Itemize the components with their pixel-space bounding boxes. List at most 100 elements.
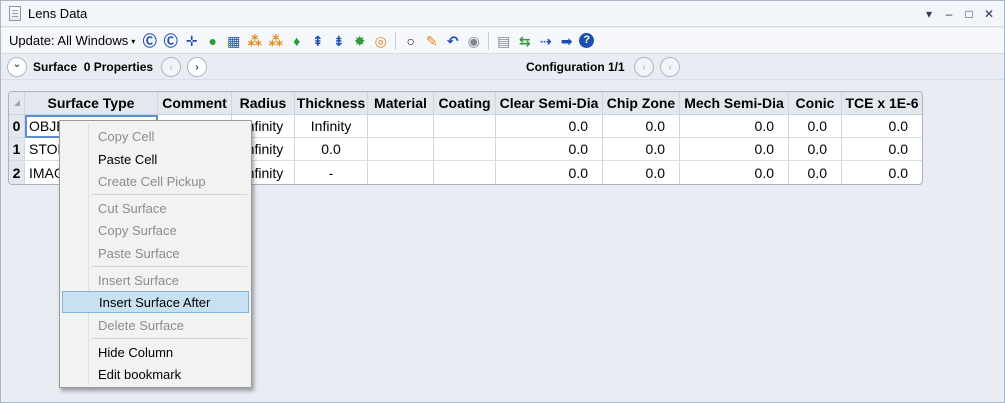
cell-mech-semi-dia[interactable]: 0.0	[680, 161, 789, 184]
cell-thickness[interactable]: -	[295, 161, 368, 184]
toolbar-separator	[395, 31, 397, 50]
minimize-icon[interactable]: –	[942, 7, 956, 21]
ring-icon[interactable]: ○	[402, 32, 419, 49]
expand-surface-properties-button[interactable]: ⌄	[7, 57, 27, 77]
toolbar: Update: All Windows ▾ Ⓒ Ⓒ ✛ ● ▦ ⁂ ⁂ ♦ ⇞ ⇟ ✸ ◎ ○ ✎ ↶ ◉ ▤ ⇆ ⇢…	[1, 28, 1004, 54]
column-header-clear-semi-dia[interactable]: Clear Semi-Dia	[496, 92, 603, 114]
toolbar-icons: Ⓒ Ⓒ ✛ ● ▦ ⁂ ⁂ ♦ ⇞ ⇟ ✸ ◎ ○ ✎ ↶ ◉ ▤ ⇆ ⇢ ➡?	[141, 31, 595, 50]
menu-item-create-cell-pickup[interactable]: Create Cell Pickup	[62, 170, 249, 192]
next-surface-button[interactable]: ›	[187, 57, 207, 77]
refresh-all-icon[interactable]: Ⓒ	[162, 32, 179, 49]
row-index[interactable]: 1	[9, 138, 25, 161]
menu-item-paste-surface[interactable]: Paste Surface	[62, 242, 249, 264]
window-title: Lens Data	[28, 6, 88, 21]
axis-icon[interactable]: ⇞	[309, 32, 326, 49]
column-header-coating[interactable]: Coating	[434, 92, 496, 114]
cell-chip-zone[interactable]: 0.0	[603, 138, 680, 161]
prev-surface-button[interactable]: ‹	[161, 57, 181, 77]
fish-icon[interactable]: ✸	[351, 32, 368, 49]
row-index[interactable]: 0	[9, 115, 25, 138]
document-icon	[9, 6, 21, 21]
cell-material[interactable]	[368, 138, 434, 161]
column-header-surface-type[interactable]: Surface Type	[25, 92, 158, 114]
ray-fan-2-icon[interactable]: ⁂	[267, 32, 284, 49]
window-menu-icon[interactable]: ▾	[922, 7, 936, 21]
chevron-right-icon: ›	[195, 61, 199, 73]
cell-mech-semi-dia[interactable]: 0.0	[680, 138, 789, 161]
context-menu: Copy Cell Paste Cell Create Cell Pickup Cut…	[59, 120, 252, 388]
cell-thickness[interactable]: Infinity	[295, 115, 368, 138]
column-header-thickness[interactable]: Thickness	[295, 92, 368, 114]
target-icon[interactable]: ◎	[372, 32, 389, 49]
column-header-conic[interactable]: Conic	[789, 92, 842, 114]
column-header-radius[interactable]: Radius	[232, 92, 295, 114]
sheet-icon[interactable]: ▤	[495, 32, 512, 49]
cell-tce[interactable]: 0.0	[842, 138, 922, 161]
row-index[interactable]: 2	[9, 161, 25, 184]
cell-coating[interactable]	[434, 115, 496, 138]
lens-icon[interactable]: ♦	[288, 32, 305, 49]
column-header-comment[interactable]: Comment	[158, 92, 232, 114]
cross-axis-icon[interactable]: ⇟	[330, 32, 347, 49]
layout-icon[interactable]: ▦	[225, 32, 242, 49]
lens-data-window: Lens Data ▾ – □ ✕ Update: All Windows ▾ Ⓒ…	[0, 0, 1005, 403]
cell-clear-semi-dia[interactable]: 0.0	[496, 161, 603, 184]
menu-separator	[92, 266, 247, 267]
column-header-chip-zone[interactable]: Chip Zone	[603, 92, 680, 114]
crosshair-icon[interactable]: ✛	[183, 32, 200, 49]
globe-icon[interactable]: ●	[204, 32, 221, 49]
cell-tce[interactable]: 0.0	[842, 115, 922, 138]
maximize-icon[interactable]: □	[962, 7, 976, 21]
help-icon[interactable]: ?	[579, 33, 595, 48]
column-header-mech-semi-dia[interactable]: Mech Semi-Dia	[680, 92, 789, 114]
cell-conic[interactable]: 0.0	[789, 115, 842, 138]
window-controls: ▾ – □ ✕	[922, 7, 996, 21]
menu-item-cut-surface[interactable]: Cut Surface	[62, 197, 249, 219]
cell-chip-zone[interactable]: 0.0	[603, 161, 680, 184]
menu-item-copy-surface[interactable]: Copy Surface	[62, 219, 249, 241]
update-dropdown[interactable]: Update: All Windows ▾	[9, 33, 135, 48]
select-all-corner[interactable]	[9, 92, 25, 114]
toolbar-separator	[488, 31, 490, 50]
cell-coating[interactable]	[434, 161, 496, 184]
swap-icon[interactable]: ⇆	[516, 32, 533, 49]
pen-icon[interactable]: ✎	[423, 32, 440, 49]
cell-tce[interactable]: 0.0	[842, 161, 922, 184]
forward-icon[interactable]: ➡	[558, 32, 575, 49]
cell-material[interactable]	[368, 161, 434, 184]
column-header-material[interactable]: Material	[368, 92, 434, 114]
surface-properties-label[interactable]: Surface 0 Properties	[33, 60, 153, 74]
menu-item-paste-cell[interactable]: Paste Cell	[62, 148, 249, 170]
ray-fan-icon[interactable]: ⁂	[246, 32, 263, 49]
refresh-c-icon[interactable]: Ⓒ	[141, 32, 158, 49]
cell-conic[interactable]: 0.0	[789, 161, 842, 184]
menu-item-delete-surface[interactable]: Delete Surface	[62, 314, 249, 336]
chain-icon[interactable]: ⇢	[537, 32, 554, 49]
cell-chip-zone[interactable]: 0.0	[603, 115, 680, 138]
arrow-back-icon[interactable]: ↶	[444, 32, 461, 49]
update-label: Update: All Windows	[9, 33, 129, 48]
toggle-icon[interactable]: ◉	[465, 32, 482, 49]
close-icon[interactable]: ✕	[982, 7, 996, 21]
menu-item-insert-surface[interactable]: Insert Surface	[62, 269, 249, 291]
cell-clear-semi-dia[interactable]: 0.0	[496, 138, 603, 161]
menu-item-copy-cell[interactable]: Copy Cell	[62, 125, 249, 147]
cell-mech-semi-dia[interactable]: 0.0	[680, 115, 789, 138]
menu-item-edit-bookmark[interactable]: Edit bookmark	[62, 363, 249, 385]
next-config-button[interactable]: ›	[660, 57, 680, 77]
cell-clear-semi-dia[interactable]: 0.0	[496, 115, 603, 138]
cell-thickness[interactable]: 0.0	[295, 138, 368, 161]
configuration-bar: ⌄ Surface 0 Properties ‹ › Configuration…	[1, 55, 1004, 80]
menu-item-insert-surface-after[interactable]: Insert Surface After	[62, 291, 249, 313]
cell-conic[interactable]: 0.0	[789, 138, 842, 161]
title-bar: Lens Data ▾ – □ ✕	[1, 1, 1004, 27]
chevron-down-icon: ⌄	[12, 58, 22, 70]
cell-material[interactable]	[368, 115, 434, 138]
column-header-tce[interactable]: TCE x 1E-6	[842, 92, 922, 114]
table-header-row: Surface Type Comment Radius Thickness Ma…	[9, 92, 922, 115]
chevron-left-icon: ‹	[169, 61, 173, 73]
menu-item-hide-column[interactable]: Hide Column	[62, 341, 249, 363]
prev-config-button[interactable]: ‹	[634, 57, 654, 77]
chevron-left-icon: ‹	[642, 61, 646, 73]
cell-coating[interactable]	[434, 138, 496, 161]
